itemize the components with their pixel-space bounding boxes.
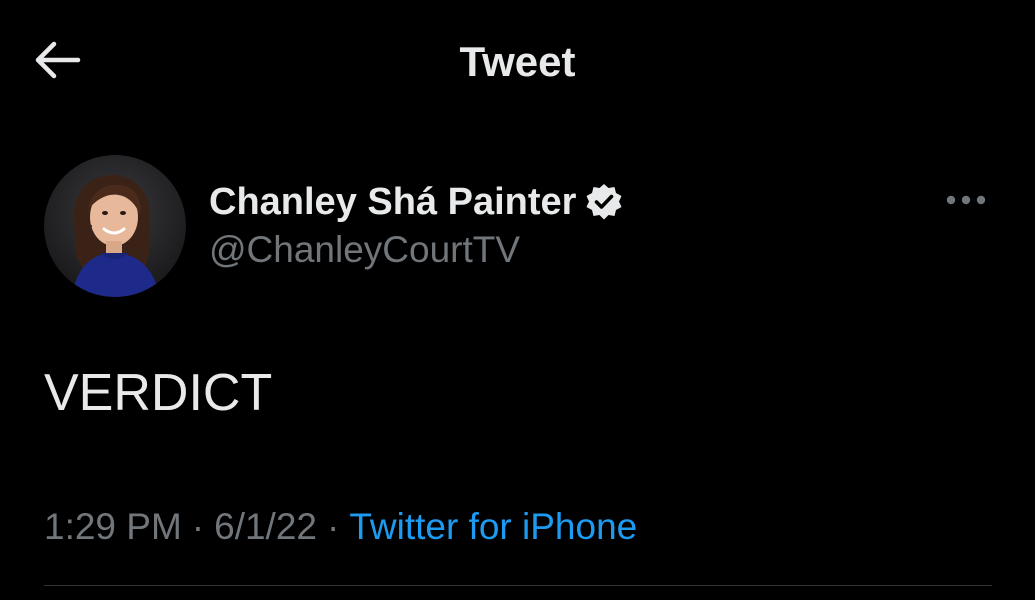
tweet-metadata: 1:29 PM · 6/1/22 · Twitter for iPhone [44, 502, 637, 552]
avatar[interactable] [44, 155, 186, 297]
verified-badge-icon [584, 182, 624, 222]
author-names: Chanley Shá Painter @ChanleyCourtTV [209, 179, 624, 271]
arrow-left-icon [30, 40, 82, 85]
tweet-time[interactable]: 1:29 PM [44, 506, 182, 547]
tweet-date[interactable]: 6/1/22 [214, 506, 317, 547]
tweet-source-link[interactable]: Twitter for iPhone [349, 506, 637, 547]
author-handle[interactable]: @ChanleyCourtTV [209, 229, 624, 271]
display-name-row: Chanley Shá Painter [209, 179, 624, 225]
page-title: Tweet [459, 38, 576, 85]
divider [44, 585, 992, 586]
meta-separator: · [327, 506, 340, 547]
tweet-author: Chanley Shá Painter @ChanleyCourtTV [44, 155, 994, 300]
meta-separator: · [191, 506, 205, 547]
more-options-button[interactable] [936, 185, 996, 219]
back-button[interactable] [28, 36, 84, 88]
top-bar: Tweet [0, 0, 1035, 122]
more-horizontal-icon [945, 193, 987, 211]
tweet-text: VERDICT [44, 364, 273, 422]
display-name[interactable]: Chanley Shá Painter [209, 181, 576, 224]
